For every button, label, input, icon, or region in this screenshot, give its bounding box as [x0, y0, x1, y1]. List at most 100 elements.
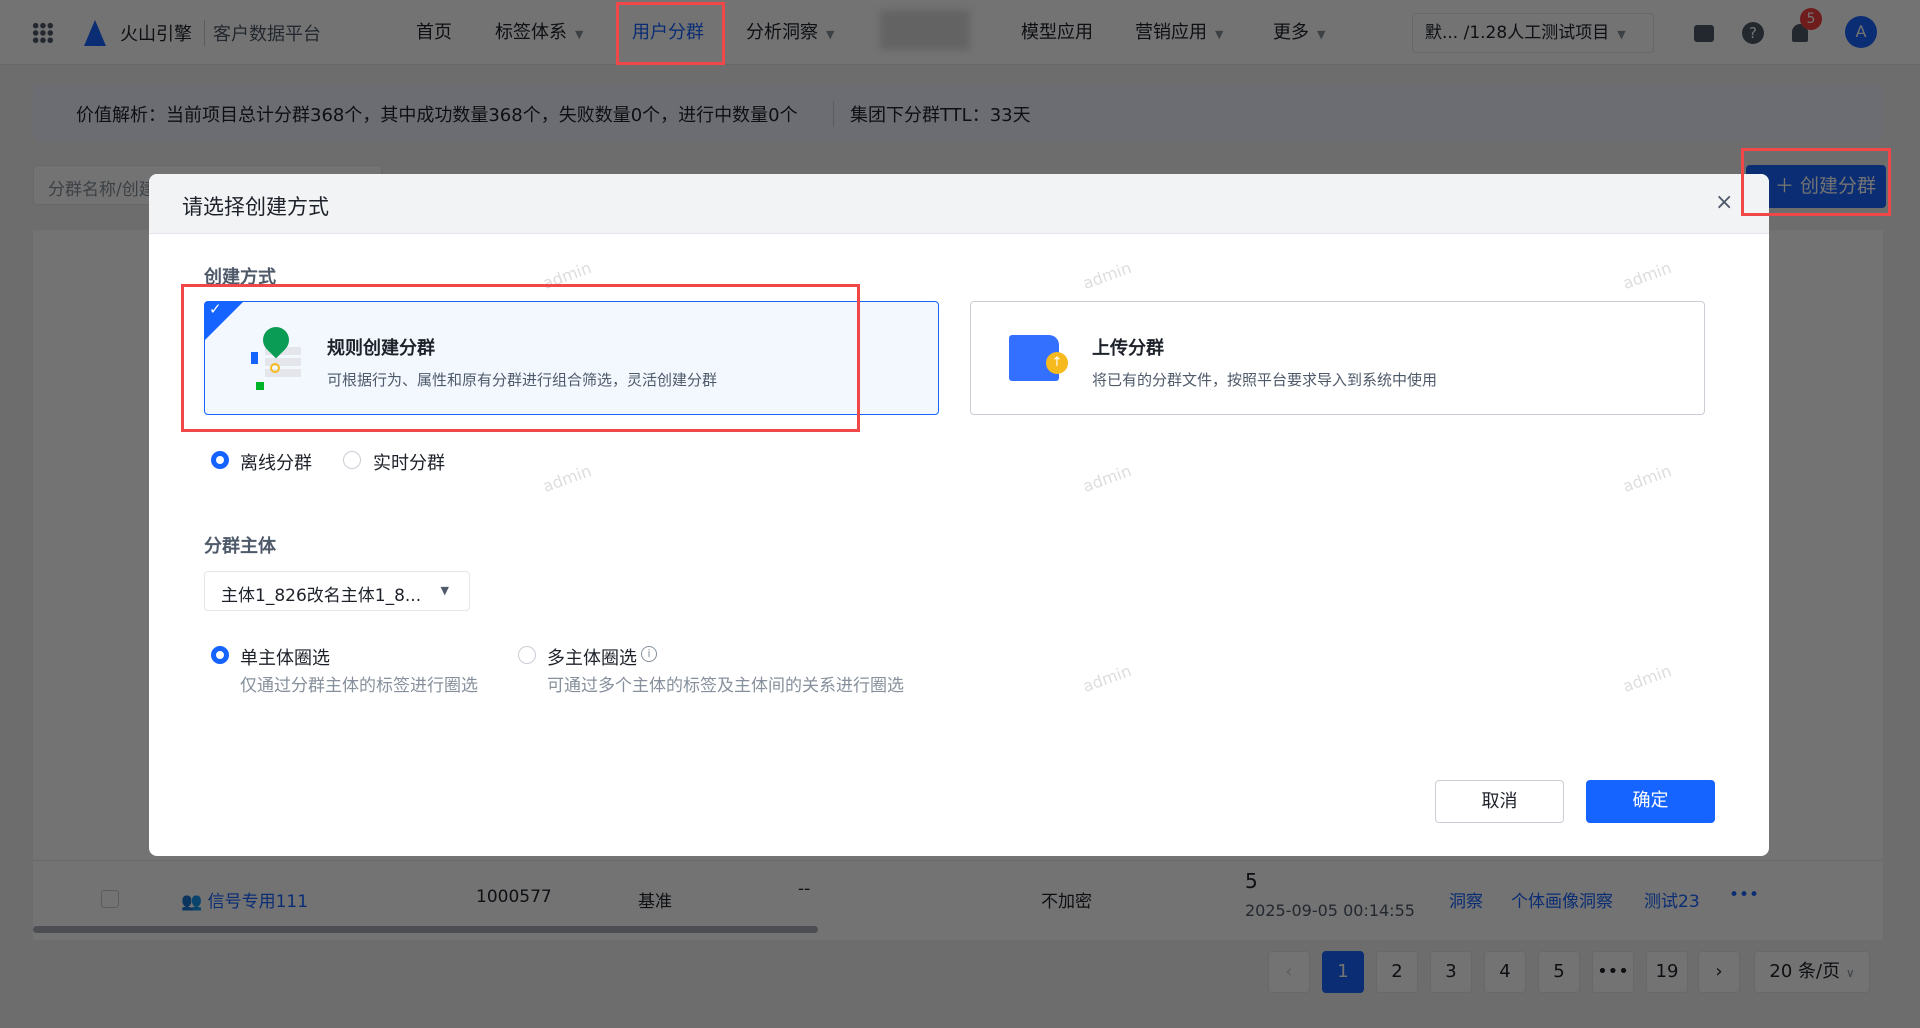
card-title: 上传分群 — [1092, 338, 1164, 359]
realtime-radio[interactable] — [343, 451, 361, 469]
segment-count: 5 — [1245, 869, 1258, 893]
segment-type: 基准 — [638, 892, 672, 912]
apps-grid-icon[interactable] — [32, 22, 54, 44]
create-method-dialog: 请选择创建方式 × 创建方式 ✓ 规则创建分群 可根据行为、属性和原有分群进行组… — [149, 174, 1769, 856]
multi-subject-desc: 可通过多个主体的标签及主体间的关系进行圈选 — [547, 676, 904, 696]
search-placeholder: 分群名称/创建 — [48, 180, 156, 200]
caret-down-icon: ▼ — [575, 28, 584, 41]
close-icon[interactable]: × — [1715, 190, 1733, 215]
action-profile-insight[interactable]: 个体画像洞察 — [1511, 887, 1613, 912]
dialog-title: 请选择创建方式 — [182, 195, 329, 219]
prev-page-button[interactable]: ‹ — [1268, 951, 1310, 993]
create-label: 创建分群 — [1799, 175, 1876, 197]
card-title: 规则创建分群 — [327, 338, 435, 359]
notification-badge: 5 — [1800, 8, 1822, 30]
offline-radio[interactable] — [211, 451, 229, 469]
page-button[interactable]: 2 — [1376, 951, 1418, 993]
single-subject-label[interactable]: 单主体圈选 — [240, 644, 330, 670]
upload-segment-card[interactable]: ↑ 上传分群 将已有的分群文件，按照平台要求导入到系统中使用 — [970, 301, 1705, 415]
page-button[interactable]: 1 — [1322, 951, 1364, 993]
cancel-button[interactable]: 取消 — [1435, 780, 1564, 823]
avatar[interactable]: A — [1845, 16, 1877, 48]
multi-subject-radio[interactable] — [518, 646, 536, 664]
caret-down-icon: ▼ — [440, 584, 449, 597]
project-name: 默... /1.28人工测试项目 — [1425, 23, 1610, 43]
subject-value: 主体1_826改名主体1_8... — [221, 586, 422, 606]
watermark: admin — [1620, 460, 1674, 497]
product-name: 客户数据平台 — [204, 20, 321, 46]
horizontal-scrollbar[interactable] — [33, 926, 818, 933]
caret-down-icon: ▼ — [826, 28, 835, 41]
row-checkbox[interactable] — [101, 890, 119, 908]
plus-icon: ＋ — [1774, 175, 1800, 197]
action-test[interactable]: 测试23 — [1644, 887, 1700, 912]
watermark: admin — [1080, 460, 1134, 497]
caret-down-icon: ▼ — [1317, 28, 1326, 41]
banner-ttl: 集团下分群TTL：33天 — [833, 101, 1031, 127]
watermark: admin — [1080, 257, 1134, 294]
more-actions-icon[interactable]: ••• — [1729, 885, 1759, 905]
dialog-header: 请选择创建方式 × — [149, 174, 1769, 234]
top-navigation-bar: 火山引擎 客户数据平台 首页 标签体系 ▼ 用户分群 分析洞察 ▼ 模型应用 营销应… — [0, 0, 1920, 65]
page-button[interactable]: 5 — [1538, 951, 1580, 993]
info-icon[interactable]: i — [641, 646, 657, 662]
nav-label: 营销应用 — [1135, 22, 1207, 43]
rule-create-card[interactable]: ✓ 规则创建分群 可根据行为、属性和原有分群进行组合筛选，灵活创建分群 — [204, 300, 939, 415]
check-icon: ✓ — [209, 300, 222, 318]
page-button[interactable]: 4 — [1484, 951, 1526, 993]
method-label: 创建方式 — [204, 267, 276, 288]
offline-label[interactable]: 离线分群 — [240, 449, 312, 475]
watermark: admin — [540, 460, 594, 497]
page-size-label: 20 条/页 — [1769, 961, 1841, 982]
segment-name: 信号专用111 — [207, 892, 309, 912]
chevron-down-icon: ∨ — [1845, 966, 1855, 980]
subject-label: 分群主体 — [204, 536, 276, 557]
watermark: admin — [540, 257, 594, 294]
multi-subject-label[interactable]: 多主体圈选 — [547, 644, 637, 670]
volcano-logo-icon — [84, 20, 106, 46]
next-page-button[interactable]: › — [1698, 951, 1740, 993]
action-insight[interactable]: 洞察 — [1449, 887, 1483, 912]
pagination-ellipsis[interactable]: ••• — [1592, 951, 1634, 993]
blurred-nav-item — [880, 10, 970, 50]
upload-arrow-icon: ↑ — [1046, 352, 1068, 374]
banner-text: 价值解析：当前项目总计分群368个，其中成功数量368个，失败数量0个，进行中数… — [76, 105, 798, 126]
nav-more[interactable]: 更多 ▼ — [1273, 0, 1325, 65]
segment-id: 1000577 — [476, 887, 552, 907]
nav-home[interactable]: 首页 — [416, 0, 452, 65]
nav-segments[interactable]: 用户分群 — [632, 0, 704, 65]
nav-label: 分析洞察 — [746, 22, 818, 43]
segment-dash: -- — [798, 879, 811, 899]
nav-insights[interactable]: 分析洞察 ▼ — [746, 0, 834, 65]
confirm-button[interactable]: 确定 — [1586, 780, 1715, 823]
single-subject-desc: 仅通过分群主体的标签进行圈选 — [240, 676, 478, 696]
nav-label: 更多 — [1273, 22, 1309, 43]
project-selector[interactable]: 默... /1.28人工测试项目 ▼ — [1412, 13, 1654, 53]
nav-models[interactable]: 模型应用 — [1021, 0, 1093, 65]
page-size-select[interactable]: 20 条/页 ∨ — [1754, 951, 1870, 993]
realtime-label[interactable]: 实时分群 — [373, 449, 445, 475]
message-icon[interactable] — [1694, 25, 1714, 42]
segment-name-link[interactable]: 👥 信号专用111 — [181, 887, 308, 912]
rule-segment-icon — [245, 321, 305, 391]
segment-time: 2025-09-05 00:14:55 — [1245, 901, 1415, 920]
segment-encrypt: 不加密 — [1041, 892, 1092, 912]
caret-down-icon: ▼ — [1215, 28, 1224, 41]
card-desc: 将已有的分群文件，按照平台要求导入到系统中使用 — [1092, 371, 1438, 389]
watermark: admin — [1080, 660, 1134, 697]
single-subject-radio[interactable] — [211, 646, 229, 664]
nav-tags[interactable]: 标签体系 ▼ — [495, 0, 583, 65]
help-icon[interactable]: ? — [1742, 22, 1764, 44]
subject-select[interactable]: 主体1_826改名主体1_8... ▼ — [204, 571, 470, 611]
watermark: admin — [1620, 660, 1674, 697]
card-desc: 可根据行为、属性和原有分群进行组合筛选，灵活创建分群 — [327, 371, 718, 389]
caret-down-icon: ▼ — [1617, 28, 1626, 41]
page-button[interactable]: 19 — [1646, 951, 1688, 993]
watermark: admin — [1620, 257, 1674, 294]
page-button[interactable]: 3 — [1430, 951, 1472, 993]
brand-name: 火山引擎 — [120, 24, 192, 45]
users-icon: 👥 — [181, 892, 208, 912]
nav-label: 标签体系 — [495, 22, 567, 43]
value-banner: 价值解析：当前项目总计分群368个，其中成功数量368个，失败数量0个，进行中数… — [33, 85, 1883, 141]
nav-marketing[interactable]: 营销应用 ▼ — [1135, 0, 1223, 65]
